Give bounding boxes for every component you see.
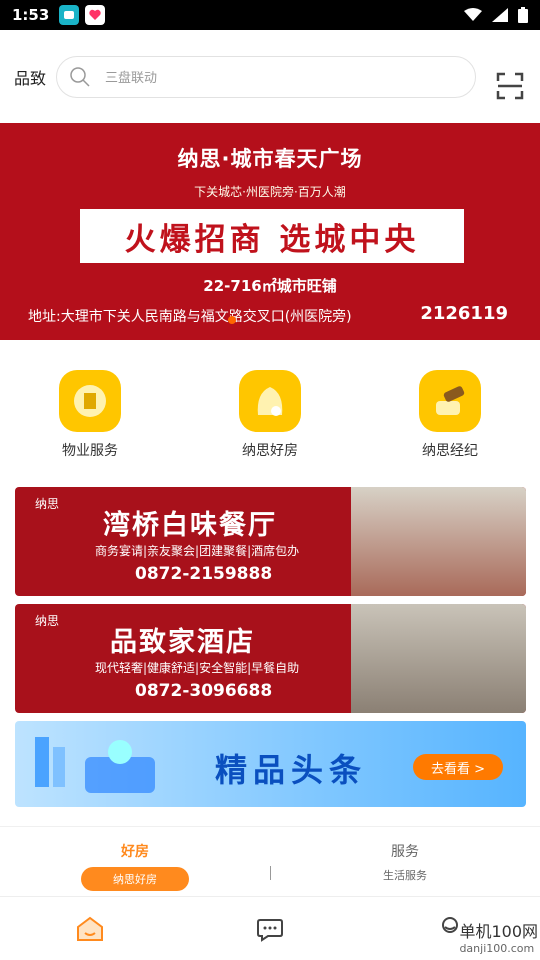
search-icon xyxy=(70,66,90,87)
tab-good-house[interactable]: 好房 纳思好房 xyxy=(0,827,270,896)
service-grid: 物业服务 纳思好房 纳思经纪 xyxy=(0,340,540,470)
banner-title: 纳思·城市春天广场 xyxy=(177,147,363,171)
status-bar: 1:53 xyxy=(0,0,540,30)
tab-sublabel: 生活服务 xyxy=(383,869,427,882)
hotel-promo[interactable]: 纳思 品致家酒店 现代轻奢|健康舒适|安全智能|早餐自助 0872-309668… xyxy=(15,604,526,713)
view-more-button[interactable]: 去看看 > xyxy=(413,754,503,780)
promo-logo: 纳思 xyxy=(35,497,60,511)
health-notification-icon xyxy=(85,5,106,25)
scan-icon[interactable] xyxy=(496,72,524,100)
promo-phone: 0872-3096688 xyxy=(135,681,273,701)
service-property[interactable]: 物业服务 xyxy=(0,340,180,470)
banner-headline: 火爆招商 选城中央 xyxy=(80,209,464,263)
nav-messages[interactable] xyxy=(180,897,360,960)
category-tabs: 好房 纳思好房 服务 生活服务 xyxy=(0,826,540,896)
house-icon xyxy=(239,370,301,432)
banner-address: 地址:大理市下关人民南路与福文路交叉口(州医院旁) xyxy=(28,309,352,325)
property-icon xyxy=(59,370,121,432)
service-broker[interactable]: 纳思经纪 xyxy=(360,340,540,470)
tab-sublabel: 纳思好房 xyxy=(81,867,189,891)
service-label: 物业服务 xyxy=(62,443,118,459)
service-house[interactable]: 纳思好房 xyxy=(180,340,360,470)
banner-subtitle: 下关城芯·州医院旁·百万人潮 xyxy=(194,185,346,199)
promo-subtitle: 商务宴请|亲友聚会|团建聚餐|酒席包办 xyxy=(95,544,300,558)
broker-icon xyxy=(419,370,481,432)
search-input[interactable]: 三盘联动 xyxy=(56,55,477,98)
hotel-photo xyxy=(351,604,526,713)
signal-icon xyxy=(492,8,508,22)
promo-title: 湾桥白味餐厅 xyxy=(103,510,277,541)
watermark: 单机100网 danji100.com xyxy=(459,918,538,955)
header: 品致 三盘联动 xyxy=(0,30,540,123)
service-label: 纳思好房 xyxy=(242,443,298,459)
battery-icon xyxy=(518,7,528,23)
watermark-title: 单机100网 xyxy=(459,922,538,941)
promo-banner[interactable]: 纳思·城市春天广场 下关城芯·州医院旁·百万人潮 火爆招商 选城中央 22-71… xyxy=(0,123,540,340)
status-time: 1:53 xyxy=(12,6,50,24)
tab-label: 服务 xyxy=(391,844,419,860)
tab-label: 好房 xyxy=(121,844,149,860)
carousel-indicator xyxy=(228,316,236,324)
chat-icon xyxy=(257,918,283,942)
brand-label: 品致 xyxy=(14,68,47,88)
promo-title: 精品头条 xyxy=(215,751,368,789)
city-illustration-icon xyxy=(35,737,155,793)
banner-phone: 2126119 xyxy=(420,303,508,324)
service-label: 纳思经纪 xyxy=(422,443,478,459)
tab-service[interactable]: 服务 生活服务 xyxy=(270,827,540,896)
promo-logo: 纳思 xyxy=(35,614,60,628)
search-placeholder: 三盘联动 xyxy=(105,71,158,86)
promo-phone: 0872-2159888 xyxy=(135,564,273,584)
banner-area: 22-716㎡城市旺铺 xyxy=(203,277,337,295)
restaurant-photo xyxy=(351,487,526,596)
promo-subtitle: 现代轻奢|健康舒适|安全智能|早餐自助 xyxy=(95,661,300,675)
headlines-promo[interactable]: 精品头条 去看看 > xyxy=(15,721,526,807)
wifi-icon xyxy=(464,8,482,21)
watermark-url: danji100.com xyxy=(459,942,535,955)
nav-home[interactable] xyxy=(0,897,180,960)
restaurant-promo[interactable]: 纳思 湾桥白味餐厅 商务宴请|亲友聚会|团建聚餐|酒席包办 0872-21598… xyxy=(15,487,526,596)
tab-divider xyxy=(270,866,271,880)
promo-title: 品致家酒店 xyxy=(110,627,255,658)
app-notification-icon xyxy=(59,5,80,25)
home-icon xyxy=(77,916,103,941)
